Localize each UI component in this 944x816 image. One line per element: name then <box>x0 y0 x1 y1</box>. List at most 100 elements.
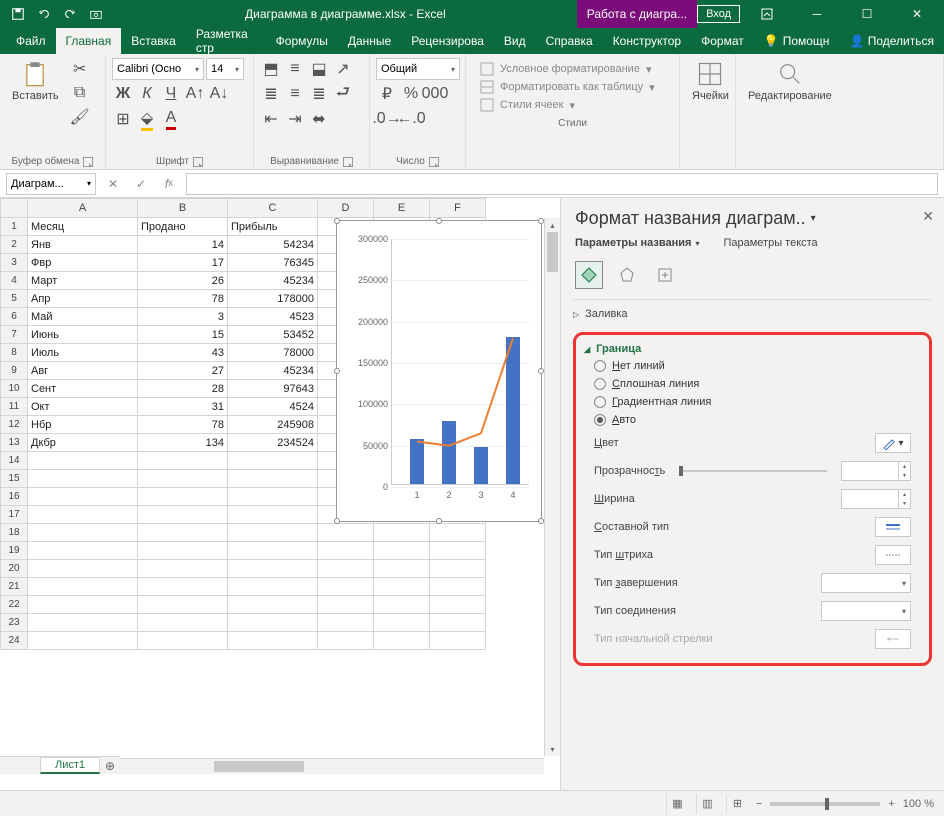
page-break-view-icon[interactable]: ⊞ <box>726 794 748 814</box>
cell[interactable]: 4523 <box>228 308 318 326</box>
zoom-level[interactable]: 100 % <box>903 798 934 810</box>
row-header[interactable]: 9 <box>0 362 28 380</box>
cell[interactable]: 134 <box>138 434 228 452</box>
row-header[interactable]: 5 <box>0 290 28 308</box>
pane-close-icon[interactable]: ✕ <box>922 208 934 225</box>
camera-icon[interactable] <box>84 2 108 26</box>
chart-line[interactable] <box>392 239 538 487</box>
cell[interactable]: Продано <box>138 218 228 236</box>
font-color-icon[interactable]: A <box>160 108 182 130</box>
cell[interactable] <box>138 452 228 470</box>
resize-handle[interactable] <box>334 368 340 374</box>
cell[interactable]: 26 <box>138 272 228 290</box>
border-radio-option[interactable]: Градиентная линия <box>584 393 921 411</box>
number-launcher[interactable] <box>429 157 439 167</box>
increase-decimal-icon[interactable]: .0→ <box>376 108 398 130</box>
formula-input[interactable] <box>186 173 938 195</box>
cell[interactable]: Нбр <box>28 416 138 434</box>
ribbon-options-icon[interactable] <box>744 0 790 28</box>
cell[interactable] <box>138 488 228 506</box>
border-radio-option[interactable]: Сплошная линия <box>584 375 921 393</box>
cell[interactable]: Прибыль <box>228 218 318 236</box>
column-header[interactable]: D <box>318 198 374 218</box>
cell[interactable] <box>430 524 486 542</box>
cell[interactable] <box>138 506 228 524</box>
tab-file[interactable]: Файл <box>6 28 56 54</box>
cell[interactable]: 17 <box>138 254 228 272</box>
cell[interactable] <box>318 524 374 542</box>
column-header[interactable]: C <box>228 198 318 218</box>
sheet-tab[interactable]: Лист1 <box>40 757 100 774</box>
cell[interactable] <box>228 470 318 488</box>
cell[interactable] <box>318 632 374 650</box>
increase-font-icon[interactable]: A↑ <box>184 83 206 105</box>
cell[interactable]: 3 <box>138 308 228 326</box>
align-right-icon[interactable]: ≣ <box>308 83 330 105</box>
row-header[interactable]: 11 <box>0 398 28 416</box>
cut-icon[interactable]: ✂ <box>69 58 91 80</box>
cell[interactable] <box>318 614 374 632</box>
cell[interactable]: Окт <box>28 398 138 416</box>
row-header[interactable]: 10 <box>0 380 28 398</box>
cell[interactable] <box>430 578 486 596</box>
border-radio-option[interactable]: Нет линий <box>584 357 921 375</box>
cell[interactable] <box>28 578 138 596</box>
save-icon[interactable] <box>6 2 30 26</box>
cell[interactable] <box>138 614 228 632</box>
row-header[interactable]: 12 <box>0 416 28 434</box>
normal-view-icon[interactable]: ▦ <box>666 794 688 814</box>
font-launcher[interactable] <box>193 157 203 167</box>
cell[interactable]: 78 <box>138 416 228 434</box>
cell[interactable] <box>138 470 228 488</box>
decrease-indent-icon[interactable]: ⇤ <box>260 108 282 130</box>
increase-indent-icon[interactable]: ⇥ <box>284 108 306 130</box>
cell[interactable] <box>138 524 228 542</box>
align-top-icon[interactable]: ⬒ <box>260 58 282 80</box>
tab-design[interactable]: Конструктор <box>603 28 691 54</box>
number-format-combo[interactable]: Общий▾ <box>376 58 460 80</box>
cell[interactable]: 54234 <box>228 236 318 254</box>
cell[interactable]: Дкбр <box>28 434 138 452</box>
decrease-font-icon[interactable]: A↓ <box>208 83 230 105</box>
cell[interactable]: 53452 <box>228 326 318 344</box>
cell[interactable] <box>28 506 138 524</box>
comma-icon[interactable]: 000 <box>424 83 446 105</box>
row-header[interactable]: 1 <box>0 218 28 236</box>
cell[interactable] <box>28 614 138 632</box>
cell[interactable] <box>430 632 486 650</box>
cell[interactable]: Май <box>28 308 138 326</box>
close-icon[interactable]: ✕ <box>894 0 940 28</box>
column-header[interactable]: E <box>374 198 430 218</box>
cell[interactable] <box>228 524 318 542</box>
paste-button[interactable]: Вставить <box>6 58 65 104</box>
fx-icon[interactable]: fx <box>158 173 180 195</box>
color-picker[interactable]: ▾ <box>875 433 911 453</box>
cell[interactable]: Авг <box>28 362 138 380</box>
redo-icon[interactable] <box>58 2 82 26</box>
compound-picker[interactable] <box>875 517 911 537</box>
cell[interactable] <box>228 560 318 578</box>
cell[interactable]: 43 <box>138 344 228 362</box>
resize-handle[interactable] <box>436 518 442 524</box>
cell[interactable] <box>430 596 486 614</box>
fill-color-icon[interactable]: ⬙ <box>136 108 158 130</box>
row-header[interactable]: 7 <box>0 326 28 344</box>
cap-picker[interactable] <box>821 573 911 593</box>
cell[interactable] <box>374 614 430 632</box>
underline-button[interactable]: Ч <box>160 83 182 105</box>
tab-view[interactable]: Вид <box>494 28 536 54</box>
cell[interactable]: 4524 <box>228 398 318 416</box>
cell[interactable] <box>28 596 138 614</box>
decrease-decimal-icon[interactable]: ←.0 <box>400 108 422 130</box>
format-as-table-button[interactable]: Форматировать как таблицу ▾ <box>480 80 665 94</box>
size-options-icon[interactable] <box>651 261 679 289</box>
font-name-combo[interactable]: Calibri (Осно▾ <box>112 58 204 80</box>
cell[interactable] <box>28 488 138 506</box>
tab-help[interactable]: Справка <box>536 28 603 54</box>
cell[interactable] <box>28 542 138 560</box>
cell[interactable]: Янв <box>28 236 138 254</box>
italic-button[interactable]: К <box>136 83 158 105</box>
enter-formula-icon[interactable]: ✓ <box>130 173 152 195</box>
cancel-formula-icon[interactable]: ✕ <box>102 173 124 195</box>
resize-handle[interactable] <box>436 218 442 224</box>
